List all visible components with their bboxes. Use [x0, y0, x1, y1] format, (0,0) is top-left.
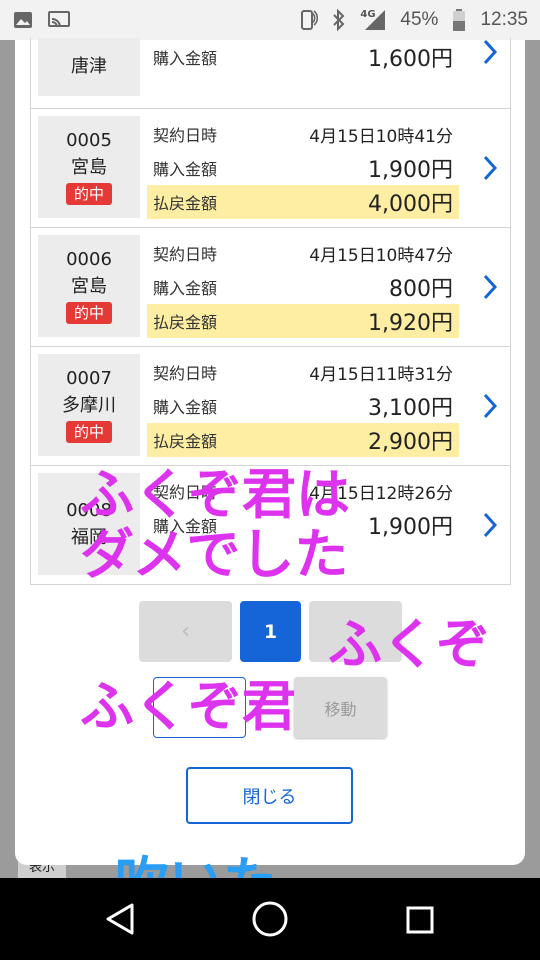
- payout-amount: 4,000円: [368, 192, 453, 217]
- purchase-amount: 1,900円: [368, 158, 453, 183]
- payout-amount: 2,900円: [368, 430, 453, 455]
- history-dialog: 唐津 購入金額 1,600円 0005 宮島 的中 契約日時 4月15日10時4…: [15, 38, 525, 865]
- row-details: 購入金額 1,600円: [147, 40, 459, 74]
- overlay-text-4: ふくぞ君: [80, 675, 296, 738]
- purchase-amount: 800円: [389, 277, 453, 302]
- home-icon[interactable]: [251, 900, 289, 938]
- contract-line: 契約日時 4月15日11時31分: [147, 355, 459, 389]
- contract-line: 契約日時 4月15日10時41分: [147, 117, 459, 151]
- row-summary: 0006 宮島 的中: [38, 235, 140, 337]
- purchase-label: 購入金額: [153, 49, 218, 68]
- row-venue: 宮島: [71, 157, 107, 178]
- contract-datetime: 4月15日10時41分: [309, 126, 453, 147]
- purchase-label: 購入金額: [153, 279, 218, 298]
- purchase-amount: 1,900円: [368, 515, 453, 540]
- status-bar: 4G 45% 12:35: [0, 0, 540, 40]
- row-summary: 0005 宮島 的中: [38, 116, 140, 218]
- bluetooth-icon: [328, 9, 350, 31]
- prev-page-button[interactable]: ‹: [139, 601, 232, 662]
- payout-line: 払戻金額 4,000円: [147, 185, 459, 219]
- row-details: 契約日時 4月15日11時31分 購入金額 3,100円 払戻金額 2,900円: [147, 355, 459, 457]
- contract-label: 契約日時: [153, 364, 218, 383]
- image-icon: [12, 9, 34, 31]
- row-id: 0005: [66, 130, 112, 151]
- overlay-text-3: ふくぞ: [328, 613, 490, 676]
- chevron-right-icon[interactable]: [480, 154, 500, 182]
- contract-datetime: 4月15日11時31分: [309, 364, 453, 385]
- contract-label: 契約日時: [153, 126, 218, 145]
- cast-icon: [48, 9, 70, 31]
- purchase-label: 購入金額: [153, 398, 218, 417]
- hit-badge: 的中: [65, 302, 112, 324]
- row-id: 0006: [66, 249, 112, 270]
- row-id: 0007: [66, 368, 112, 389]
- recents-icon[interactable]: [406, 906, 434, 934]
- list-item[interactable]: 0007 多摩川 的中 契約日時 4月15日11時31分 購入金額 3,100円…: [31, 346, 510, 465]
- purchase-line: 購入金額 800円: [147, 270, 459, 304]
- move-button[interactable]: 移動: [294, 677, 387, 738]
- purchase-amount: 1,600円: [368, 47, 453, 72]
- row-venue: 唐津: [71, 56, 107, 77]
- chevron-right-icon[interactable]: [480, 273, 500, 301]
- page-1-button[interactable]: 1: [240, 601, 301, 662]
- contract-datetime: 4月15日10時47分: [309, 245, 453, 266]
- battery-icon: [448, 9, 470, 31]
- purchase-line: 購入金額 1,900円: [147, 151, 459, 185]
- list-item[interactable]: 0005 宮島 的中 契約日時 4月15日10時41分 購入金額 1,900円 …: [31, 108, 510, 227]
- chevron-right-icon[interactable]: [480, 392, 500, 420]
- nfc-icon: [296, 9, 319, 31]
- close-button[interactable]: 閉じる: [186, 767, 353, 824]
- chevron-right-icon[interactable]: [480, 38, 500, 66]
- contract-line: 契約日時 4月15日10時47分: [147, 236, 459, 270]
- row-venue: 多摩川: [62, 395, 116, 416]
- chevron-right-icon[interactable]: [480, 511, 500, 539]
- list-item[interactable]: 0006 宮島 的中 契約日時 4月15日10時47分 購入金額 800円 払戻…: [31, 227, 510, 346]
- navigation-bar: [0, 878, 540, 960]
- purchase-line: 購入金額 3,100円: [147, 389, 459, 423]
- payout-line: 払戻金額 1,920円: [147, 304, 459, 338]
- hit-badge: 的中: [65, 421, 112, 443]
- overlay-text-1: ふくぞ君は: [80, 463, 350, 526]
- purchase-amount: 3,100円: [368, 396, 453, 421]
- back-icon[interactable]: [105, 902, 135, 936]
- list-item[interactable]: 唐津 購入金額 1,600円: [31, 38, 510, 108]
- row-venue: 宮島: [71, 276, 107, 297]
- payout-label: 払戻金額: [153, 432, 218, 451]
- hit-badge: 的中: [65, 183, 112, 205]
- payout-label: 払戻金額: [153, 194, 218, 213]
- payout-label: 払戻金額: [153, 313, 218, 332]
- purchase-line: 購入金額 1,600円: [147, 40, 459, 74]
- payout-line: 払戻金額 2,900円: [147, 423, 459, 457]
- battery-percent: 45%: [400, 9, 439, 30]
- clock: 12:35: [480, 9, 528, 30]
- row-summary: 0007 多摩川 的中: [38, 354, 140, 456]
- overlay-text-2: ダメでした: [80, 523, 349, 586]
- row-details: 契約日時 4月15日10時41分 購入金額 1,900円 払戻金額 4,000円: [147, 117, 459, 219]
- contract-label: 契約日時: [153, 245, 218, 264]
- signal-icon: 4G: [360, 9, 390, 31]
- network-type: 4G: [360, 9, 376, 20]
- row-details: 契約日時 4月15日10時47分 購入金額 800円 払戻金額 1,920円: [147, 236, 459, 338]
- row-summary: 唐津: [38, 38, 140, 96]
- payout-amount: 1,920円: [368, 311, 453, 336]
- purchase-label: 購入金額: [153, 160, 218, 179]
